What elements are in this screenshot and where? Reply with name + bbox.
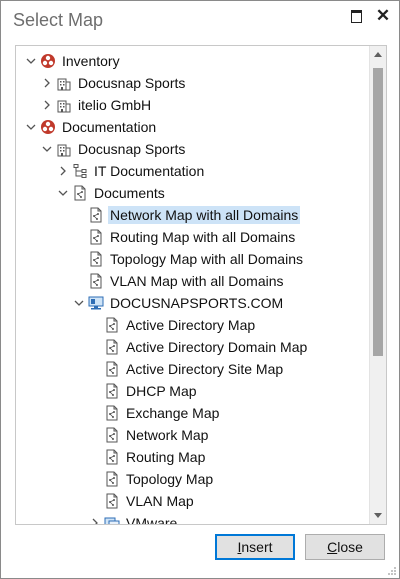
tree-node-label: VLAN Map [126,493,194,509]
chevron-right-icon[interactable] [88,516,102,524]
building-icon [56,75,72,91]
maximize-icon [350,9,362,23]
tree-node-topology-map-all-domains[interactable]: Topology Map with all Domains [88,248,305,270]
map-document-icon [88,207,104,223]
close-label: lose [337,539,363,555]
resize-grip-icon[interactable] [387,566,397,576]
tree-node-label: Routing Map with all Domains [110,229,296,245]
insert-button[interactable]: Insert [215,534,295,560]
chevron-down-icon[interactable] [72,296,86,310]
tree-node-active-directory-site-map[interactable]: Active Directory Site Map [104,358,285,380]
map-document-icon [88,229,104,245]
tree-node-label: Documents [94,185,165,201]
map-document-icon [72,185,88,201]
tree-node-vmware[interactable]: VMware [88,512,179,525]
scroll-up-icon[interactable] [370,46,386,62]
tree-vertical-scrollbar[interactable] [369,46,386,524]
tree-node-vlan-map-all-domains[interactable]: VLAN Map with all Domains [88,270,286,292]
close-icon: ✕ [375,6,391,25]
tree-node-label: Network Map with all Domains [108,206,301,224]
close-button[interactable]: Close [305,534,385,560]
tree-node-label: Inventory [62,53,120,69]
tree-node-topology-map[interactable]: Topology Map [104,468,215,490]
tree-node-it-documentation[interactable]: IT Documentation [56,160,206,182]
close-mnemonic: C [327,539,338,555]
vmware-icon [104,515,120,524]
scroll-down-icon[interactable] [370,508,386,524]
map-document-icon [104,339,120,355]
hierarchy-icon [72,163,88,179]
close-window-button[interactable]: ✕ [373,6,393,25]
building-icon [56,141,72,157]
inventory-icon [40,53,56,69]
tree-node-routing-map-all-domains[interactable]: Routing Map with all Domains [88,226,297,248]
tree-node-label: DOCUSNAPSPORTS.COM [110,295,284,311]
tree-node-itelio-gmbh[interactable]: itelio GmbH [40,94,153,116]
map-document-icon [104,317,120,333]
tree-node-exchange-map[interactable]: Exchange Map [104,402,221,424]
map-tree[interactable]: Inventory Docusnap Sports itelio GmbH Do… [15,45,387,525]
map-document-icon [104,449,120,465]
map-document-icon [104,471,120,487]
chevron-right-icon[interactable] [56,164,70,178]
tree-node-label: Topology Map with all Domains [110,251,303,267]
tree-node-network-map[interactable]: Network Map [104,424,210,446]
tree-node-label: Network Map [126,427,209,443]
insert-label: nsert [241,539,273,555]
domain-computer-icon [88,295,104,311]
dialog-title: Select Map [13,10,104,30]
tree-node-label: Active Directory Domain Map [126,339,308,355]
tree-node-vlan-map[interactable]: VLAN Map [104,490,196,512]
tree-node-routing-map[interactable]: Routing Map [104,446,207,468]
tree-node-label: VMware [126,515,178,525]
tree-node-label: DHCP Map [126,383,197,399]
tree-node-label: itelio GmbH [78,97,152,113]
tree-node-active-directory-domain-map[interactable]: Active Directory Domain Map [104,336,309,358]
tree-node-network-map-all-domains[interactable]: Network Map with all Domains [88,204,301,226]
chevron-down-icon[interactable] [24,120,38,134]
tree-node-label: Docusnap Sports [78,75,186,91]
tree-node-dhcp-map[interactable]: DHCP Map [104,380,199,402]
tree-node-docusnap-sports-documentation[interactable]: Docusnap Sports [40,138,187,160]
tree-node-label: Routing Map [126,449,206,465]
tree-node-label: Topology Map [126,471,214,487]
map-document-icon [104,383,120,399]
tree-node-label: Documentation [62,119,157,135]
tree-node-label: Active Directory Map [126,317,256,333]
maximize-button[interactable] [346,7,366,25]
chevron-right-icon[interactable] [40,76,54,90]
tree-node-documentation[interactable]: Documentation [24,116,158,138]
documentation-icon [40,119,56,135]
tree-node-label: Docusnap Sports [78,141,186,157]
chevron-down-icon[interactable] [24,54,38,68]
tree-node-active-directory-map[interactable]: Active Directory Map [104,314,257,336]
map-document-icon [104,405,120,421]
chevron-down-icon[interactable] [40,142,54,156]
chevron-down-icon[interactable] [56,186,70,200]
map-document-icon [88,251,104,267]
scroll-thumb[interactable] [373,68,383,356]
tree-node-docusnap-sports-inventory[interactable]: Docusnap Sports [40,72,187,94]
select-map-dialog: Select Map ✕ Inventory Docusnap Sports i… [0,0,400,579]
tree-node-label: VLAN Map with all Domains [110,273,284,289]
tree-node-docusnapsports-com[interactable]: DOCUSNAPSPORTS.COM [72,292,285,314]
tree-node-label: IT Documentation [94,163,205,179]
tree-node-label: Exchange Map [126,405,220,421]
chevron-right-icon[interactable] [40,98,54,112]
building-icon [56,97,72,113]
map-document-icon [104,427,120,443]
map-document-icon [104,493,120,509]
tree-node-inventory[interactable]: Inventory [24,50,122,72]
map-document-icon [88,273,104,289]
map-document-icon [104,361,120,377]
tree-node-documents[interactable]: Documents [56,182,167,204]
tree-node-label: Active Directory Site Map [126,361,284,377]
